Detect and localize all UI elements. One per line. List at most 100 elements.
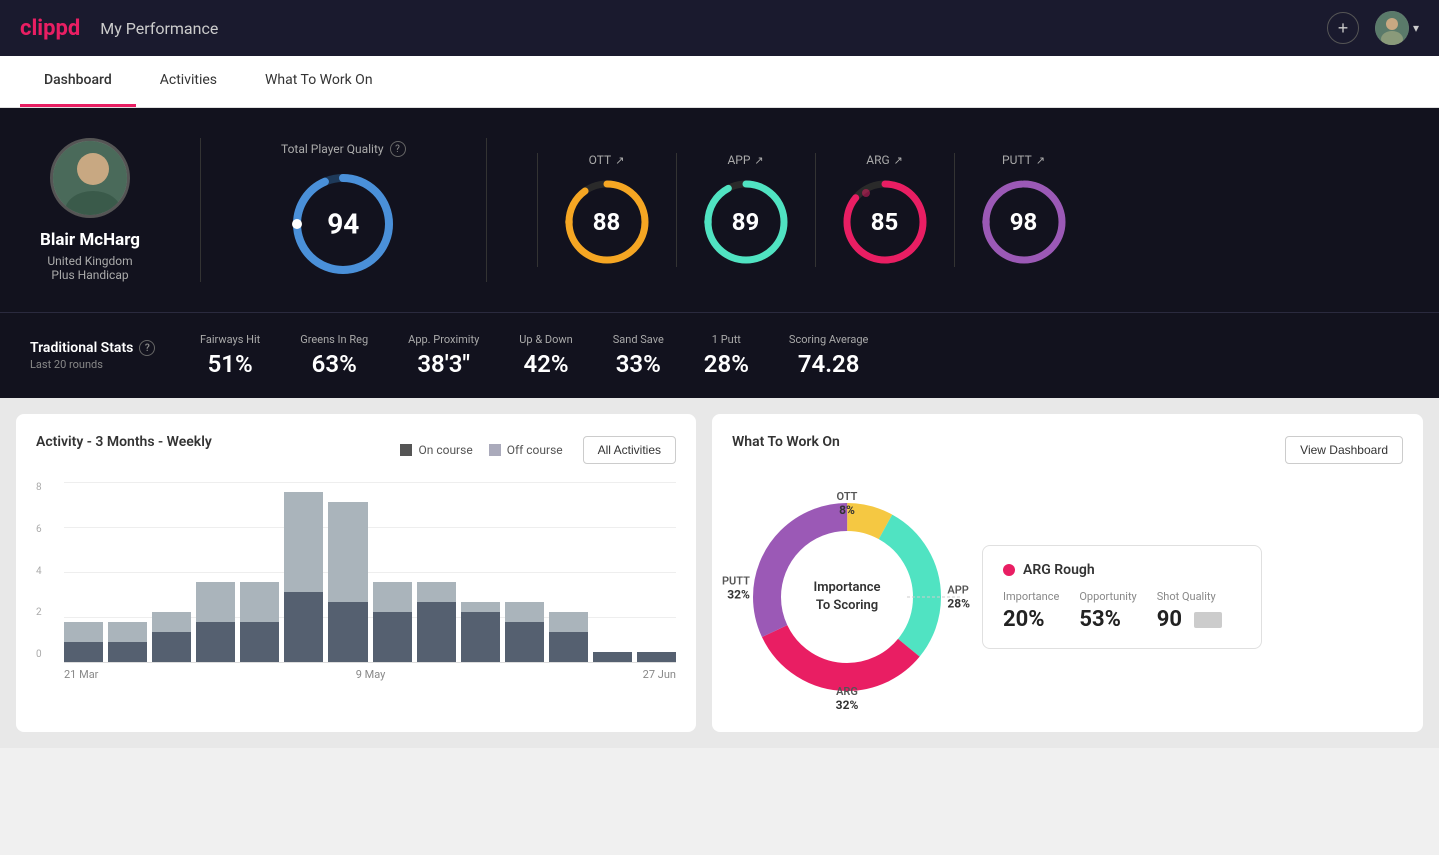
bar-off <box>108 622 147 642</box>
view-dashboard-button[interactable]: View Dashboard <box>1285 436 1403 464</box>
player-country: United Kingdom <box>47 254 132 268</box>
arg-score-card: ARG ↗ 85 <box>815 153 954 267</box>
stat-gir: Greens In Reg 63% <box>300 333 368 378</box>
bottom-panels: Activity - 3 Months - Weekly On course O… <box>0 398 1439 748</box>
hero-section: Blair McHarg United Kingdom Plus Handica… <box>0 108 1439 312</box>
stat-scoring: Scoring Average 74.28 <box>789 333 868 378</box>
arg-value: 85 <box>871 208 899 236</box>
stat-proximity: App. Proximity 38'3" <box>408 333 479 378</box>
app-value: 89 <box>732 208 760 236</box>
stats-sublabel: Last 20 rounds <box>30 358 170 371</box>
shot-quality-bar <box>1194 612 1222 628</box>
donut-chart-container: ImportanceTo Scoring OTT 8% APP 28% ARG … <box>732 482 962 712</box>
stats-help-icon[interactable]: ? <box>139 340 155 356</box>
total-quality-section: Total Player Quality ? 94 <box>251 141 436 279</box>
bar-on <box>108 642 147 662</box>
bar-on <box>373 612 412 662</box>
stats-items: Fairways Hit 51% Greens In Reg 63% App. … <box>200 333 1409 378</box>
total-score-circle: 94 <box>288 169 398 279</box>
header-left: clippd My Performance <box>20 16 218 41</box>
y-axis: 8 6 4 2 0 <box>36 482 42 662</box>
legend-off-course-dot <box>489 444 501 456</box>
bar-off <box>505 602 544 622</box>
arg-donut-label: ARG 32% <box>836 685 859 712</box>
app-circle: 89 <box>701 177 791 267</box>
putt-label: PUTT ↗ <box>1002 153 1045 167</box>
opportunity-value: 53% <box>1079 607 1136 632</box>
bar-group-2 <box>152 482 191 662</box>
divider2 <box>486 138 487 282</box>
bar-group-10 <box>505 482 544 662</box>
wtwo-card-cols: Importance 20% Opportunity 53% Shot Qual… <box>1003 590 1241 632</box>
chart-legend: On course Off course <box>400 443 562 457</box>
bar-on <box>417 602 456 662</box>
player-name: Blair McHarg <box>40 230 140 250</box>
all-activities-button[interactable]: All Activities <box>583 436 676 464</box>
bar-off <box>328 502 367 602</box>
add-button[interactable]: + <box>1327 12 1359 44</box>
chart-title: Activity - 3 Months - Weekly <box>36 434 212 450</box>
bar-group-5 <box>284 482 323 662</box>
ott-label: OTT ↗ <box>589 153 625 167</box>
tab-activities[interactable]: Activities <box>136 56 241 107</box>
putt-score-card: PUTT ↗ 98 <box>954 153 1093 267</box>
app-label: APP ↗ <box>727 153 763 167</box>
total-score-value: 94 <box>327 208 359 241</box>
bar-on <box>549 632 588 662</box>
importance-value: 20% <box>1003 607 1059 632</box>
wtwo-col-opportunity: Opportunity 53% <box>1079 590 1136 632</box>
logo: clippd <box>20 16 80 41</box>
ott-donut-label: OTT 8% <box>837 490 858 517</box>
shot-quality-value: 90 <box>1157 607 1222 632</box>
tab-what-to-work-on[interactable]: What To Work On <box>241 56 397 107</box>
putt-arrow: ↗ <box>1036 154 1045 167</box>
bar-group-13 <box>637 482 676 662</box>
header-title: My Performance <box>100 19 218 38</box>
app-arrow: ↗ <box>754 154 763 167</box>
bar-on <box>64 642 103 662</box>
nav-tabs: Dashboard Activities What To Work On <box>0 56 1439 108</box>
quality-label: Total Player Quality ? <box>281 141 406 157</box>
bar-off <box>461 602 500 612</box>
bar-on <box>284 592 323 662</box>
bar-group-12 <box>593 482 632 662</box>
arg-arrow: ↗ <box>894 154 903 167</box>
stat-sandsave: Sand Save 33% <box>613 333 664 378</box>
header: clippd My Performance + ▾ <box>0 0 1439 56</box>
score-cards: OTT ↗ 88 APP ↗ <box>537 153 1409 267</box>
bar-on <box>328 602 367 662</box>
wtwo-card-dot <box>1003 564 1015 576</box>
bar-off <box>196 582 235 622</box>
bar-off <box>417 582 456 602</box>
wtwo-col-importance: Importance 20% <box>1003 590 1059 632</box>
bar-off <box>373 582 412 612</box>
legend-on-course: On course <box>400 443 472 457</box>
bar-off <box>284 492 323 592</box>
wtwo-card: ARG Rough Importance 20% Opportunity 53%… <box>982 545 1262 649</box>
bar-group-1 <box>108 482 147 662</box>
stats-label-group: Traditional Stats ? Last 20 rounds <box>30 340 170 371</box>
quality-help-icon[interactable]: ? <box>390 141 406 157</box>
player-handicap: Plus Handicap <box>51 268 128 282</box>
wtwo-card-title: ARG Rough <box>1003 562 1241 578</box>
bar-on <box>461 612 500 662</box>
app-score-card: APP ↗ 89 <box>676 153 815 267</box>
wtwo-header: What To Work On View Dashboard <box>732 434 1403 466</box>
header-right: + ▾ <box>1327 11 1419 45</box>
chart-container: 8 6 4 2 0 21 Mar 9 May 27 Jun <box>36 482 676 681</box>
user-menu-button[interactable]: ▾ <box>1375 11 1419 45</box>
stats-label: Traditional Stats ? <box>30 340 170 356</box>
bar-group-0 <box>64 482 103 662</box>
bar-on <box>196 622 235 662</box>
player-info: Blair McHarg United Kingdom Plus Handica… <box>30 138 150 282</box>
bar-group-7 <box>373 482 412 662</box>
chart-header: Activity - 3 Months - Weekly On course O… <box>36 434 676 466</box>
tab-dashboard[interactable]: Dashboard <box>20 56 136 107</box>
wtwo-content: ImportanceTo Scoring OTT 8% APP 28% ARG … <box>732 482 1403 712</box>
what-to-work-on-panel: What To Work On View Dashboard <box>712 414 1423 732</box>
legend-off-course: Off course <box>489 443 563 457</box>
bar-group-9 <box>461 482 500 662</box>
player-avatar <box>50 138 130 218</box>
bar-group-11 <box>549 482 588 662</box>
bar-on <box>593 652 632 662</box>
